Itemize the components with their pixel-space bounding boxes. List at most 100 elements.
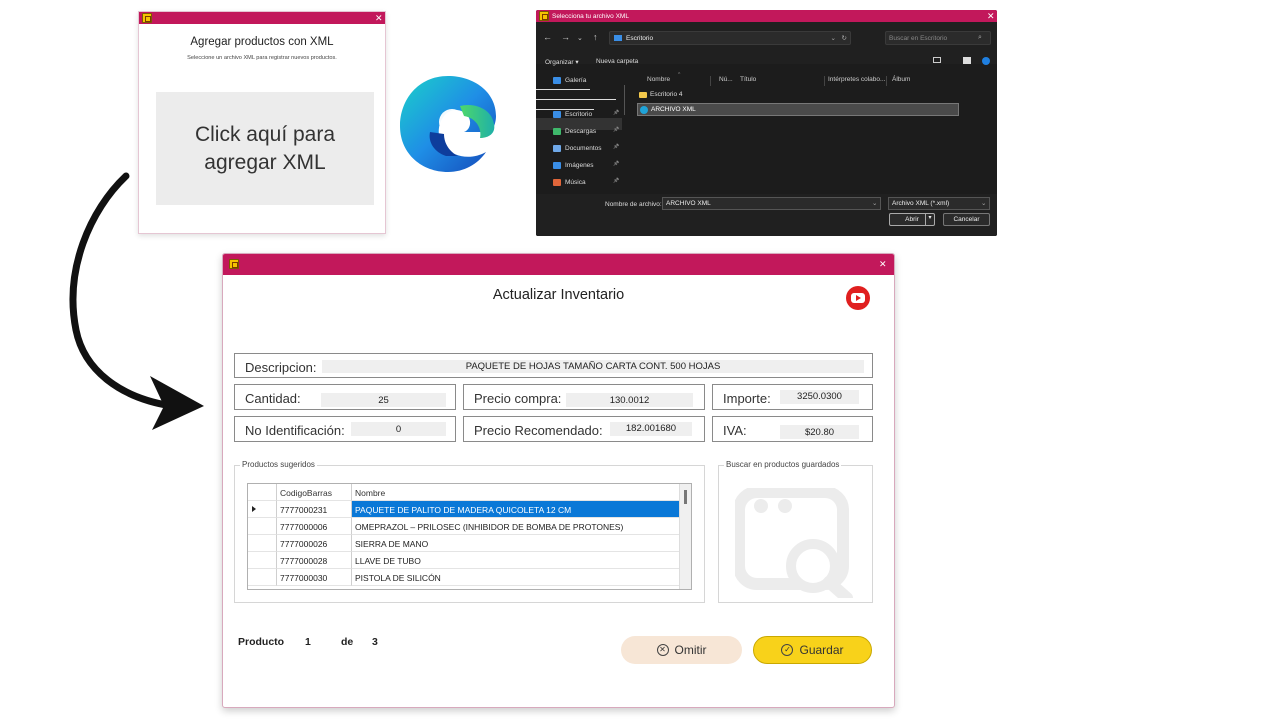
recommended-price-label: Precio Recomendado: <box>474 423 603 438</box>
scrollbar-thumb[interactable] <box>684 490 687 504</box>
table-cell-code: 7777000026 <box>277 535 352 552</box>
sidebar-item-documentos[interactable]: Documentos <box>553 142 602 154</box>
column-interpretes[interactable]: Intérpretes colabo... <box>828 76 885 83</box>
iva-value[interactable]: $20.80 <box>780 425 859 439</box>
help-icon[interactable] <box>982 57 990 65</box>
recommended-price-field: Precio Recomendado: 182.001680 <box>463 416 705 442</box>
sidebar-item-label: Documentos <box>565 144 602 152</box>
image-icon <box>553 161 561 169</box>
table-scrollbar[interactable] <box>679 484 691 589</box>
file-item-label: Escritorio 4 <box>650 91 683 98</box>
search-products-icon[interactable] <box>735 488 859 598</box>
save-button[interactable]: ✓ Guardar <box>753 636 872 664</box>
file-item-xml[interactable]: ARCHIVO XML <box>637 103 959 116</box>
sidebar-item-imágenes[interactable]: Imágenes <box>553 159 594 171</box>
column-header-name[interactable]: Nombre <box>352 484 680 501</box>
close-icon[interactable]: ✕ <box>375 14 383 23</box>
up-arrow-icon[interactable]: ↑ <box>593 32 598 42</box>
column-nombre[interactable]: Nombre <box>647 76 670 83</box>
omit-button-label: Omitir <box>674 643 707 657</box>
iva-label: IVA: <box>723 423 747 438</box>
pin-icon[interactable]: 📌 <box>613 110 619 116</box>
saved-products-search-group: Buscar en productos guardados <box>718 460 873 603</box>
open-button[interactable]: Abrir ▾ <box>889 213 935 226</box>
description-value[interactable]: PAQUETE DE HOJAS TAMAÑO CARTA CONT. 500 … <box>322 360 864 373</box>
page-title: Actualizar Inventario <box>492 287 625 303</box>
chevron-down-icon[interactable]: ▾ <box>925 214 934 225</box>
gallery-icon <box>553 76 561 84</box>
recommended-price-value[interactable]: 182.001680 <box>610 422 692 436</box>
file-item-folder[interactable]: Escritorio 4 <box>639 91 683 98</box>
desktop-icon <box>614 35 622 41</box>
sidebar-item-label: Escritorio <box>565 110 593 118</box>
inventory-titlebar <box>223 254 894 275</box>
chevron-down-icon[interactable]: ⌄ <box>831 34 836 42</box>
pane-divider <box>624 85 625 115</box>
sidebar-item-label: Imágenes <box>565 161 594 169</box>
quantity-value[interactable]: 25 <box>321 393 446 407</box>
omit-button[interactable]: ✕ Omitir <box>621 636 742 664</box>
save-button-label: Guardar <box>799 643 844 657</box>
sidebar-item-música[interactable]: Música <box>553 176 586 188</box>
column-titulo[interactable]: Título <box>740 76 756 83</box>
pin-icon[interactable]: 📌 <box>613 127 619 133</box>
sidebar-divider <box>536 89 590 90</box>
refresh-icon[interactable]: ↻ <box>842 34 847 42</box>
purchase-price-value[interactable]: 130.0012 <box>566 393 693 407</box>
download-icon <box>553 127 561 135</box>
purchase-price-label: Precio compra: <box>474 391 562 406</box>
file-dialog-title: Selecciona tu archivo XML <box>552 13 629 20</box>
pin-icon[interactable]: 📌 <box>613 144 619 150</box>
chevron-down-icon[interactable]: ⌄ <box>577 34 583 42</box>
pin-icon[interactable]: 📌 <box>613 178 619 184</box>
row-header-cell <box>248 484 277 501</box>
desktop-icon <box>553 110 561 118</box>
view-icon[interactable] <box>933 57 941 63</box>
document-icon <box>553 144 561 152</box>
column-separator <box>886 76 887 86</box>
table-row[interactable]: 7777000006 OMEPRAZOL – PRILOSEC (INHIBID… <box>248 518 680 535</box>
amount-field: Importe: 3250.0300 <box>712 384 873 410</box>
address-bar[interactable]: Escritorio ⌄ ↻ <box>609 31 851 45</box>
table-row[interactable]: 7777000030 PISTOLA DE SILICÓN <box>248 569 680 586</box>
filetype-select[interactable]: Archivo XML (*.xml) <box>888 197 990 210</box>
saved-products-search-title: Buscar en productos guardados <box>724 460 842 469</box>
sidebar-item-escritorio[interactable]: Escritorio <box>553 108 592 120</box>
cancel-button[interactable]: Cancelar <box>943 213 990 226</box>
table-row[interactable]: 7777000026 SIERRA DE MANO <box>248 535 680 552</box>
table-row[interactable]: 7777000028 LLAVE DE TUBO <box>248 552 680 569</box>
organize-menu[interactable]: Organizar ▾ <box>545 58 579 66</box>
filename-input[interactable]: ARCHIVO XML <box>662 197 881 210</box>
id-number-value[interactable]: 0 <box>351 422 446 436</box>
sort-up-icon: ^ <box>678 72 681 78</box>
preview-pane-icon[interactable] <box>963 57 971 64</box>
search-input[interactable]: Buscar en Escritorio <box>885 31 991 45</box>
column-numero[interactable]: Nú... <box>719 76 733 83</box>
amount-label: Importe: <box>723 391 771 406</box>
table-row[interactable]: 7777000231 PAQUETE DE PALITO DE MADERA Q… <box>248 501 680 518</box>
close-icon[interactable]: ✕ <box>987 12 995 21</box>
column-header-code[interactable]: CodigoBarras <box>277 484 352 501</box>
amount-value[interactable]: 3250.0300 <box>780 390 859 404</box>
search-icon: ⌕ <box>978 34 982 41</box>
sidebar-item-galería[interactable]: Galería <box>553 74 586 86</box>
pin-icon[interactable]: 📌 <box>613 161 619 167</box>
row-header-cell <box>248 535 277 552</box>
pager-current: 1 <box>305 636 311 648</box>
flow-arrow-icon <box>69 172 204 430</box>
forward-arrow-icon[interactable]: → <box>561 32 570 42</box>
row-header-cell <box>248 518 277 535</box>
column-album[interactable]: Álbum <box>892 76 910 83</box>
chevron-down-icon[interactable]: ⌄ <box>872 199 877 207</box>
close-icon[interactable]: ✕ <box>879 260 887 269</box>
pager-total: 3 <box>372 636 378 648</box>
youtube-icon[interactable] <box>846 286 870 310</box>
table-cell-name: PISTOLA DE SILICÓN <box>352 569 680 586</box>
edge-logo-icon <box>400 76 496 172</box>
back-arrow-icon[interactable]: ← <box>543 32 552 42</box>
chevron-down-icon[interactable]: ⌄ <box>981 199 986 207</box>
sidebar-item-descargas[interactable]: Descargas <box>553 125 596 137</box>
new-folder-button[interactable]: Nueva carpeta <box>596 58 638 65</box>
iva-field: IVA: $20.80 <box>712 416 873 442</box>
xml-window-titlebar <box>139 12 385 24</box>
